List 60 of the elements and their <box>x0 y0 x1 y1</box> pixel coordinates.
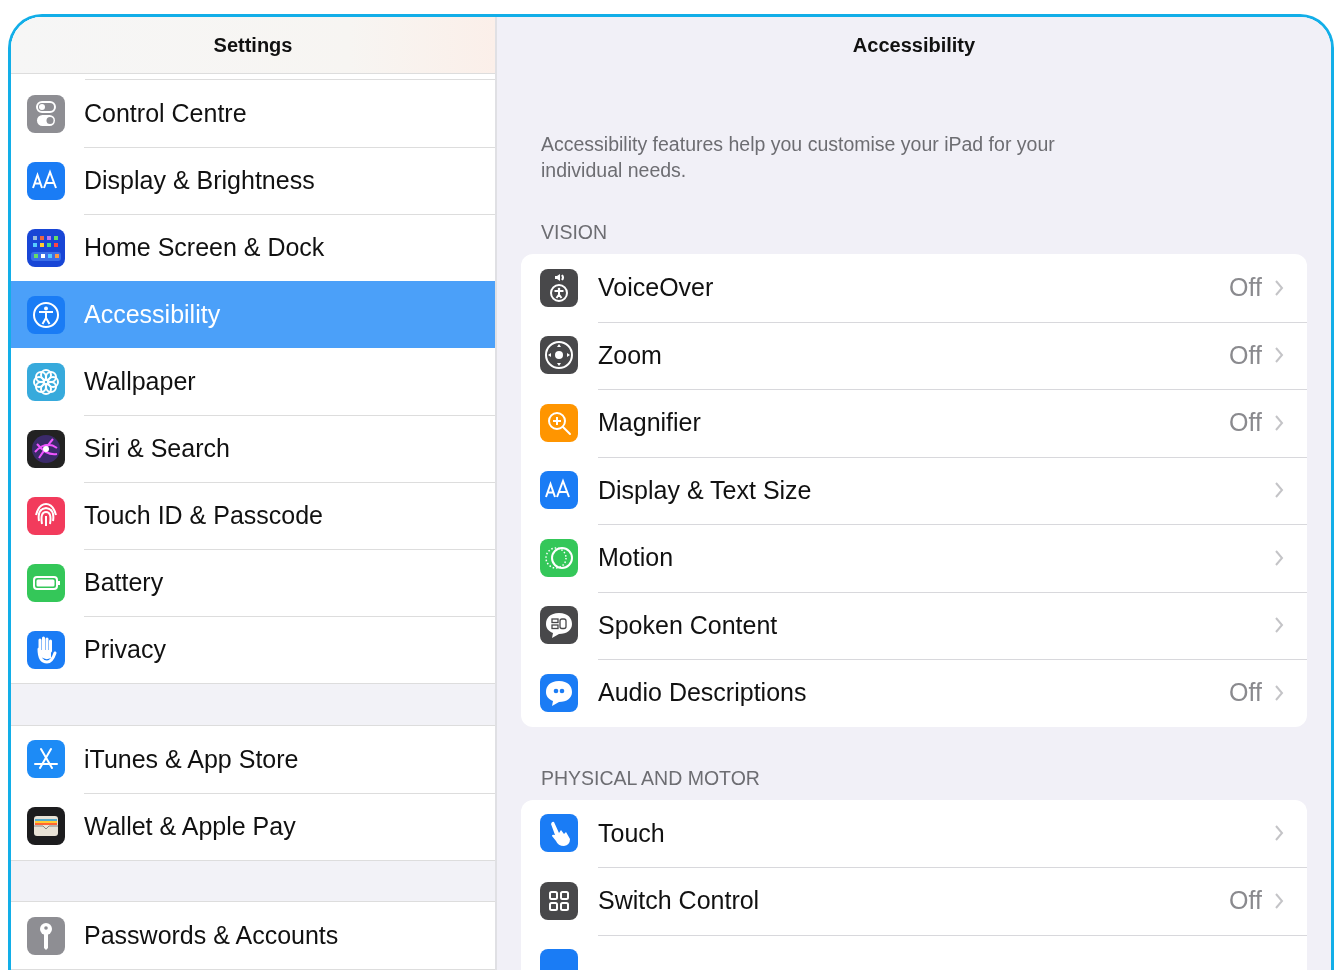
letter-a-icon <box>27 740 65 779</box>
accessibility-icon <box>27 295 65 334</box>
chevron-icon <box>1274 824 1284 843</box>
page-title: Accessibility <box>851 33 977 58</box>
fingerprint-icon <box>27 496 65 535</box>
settings-row[interactable]: Touch <box>521 799 1307 867</box>
sidebar-item[interactable]: Battery <box>11 549 495 617</box>
sidebar-item[interactable]: Touch ID & Passcode <box>11 482 495 550</box>
settings-row[interactable]: Magnifier Off <box>521 389 1307 457</box>
settings-row[interactable]: Zoom Off <box>521 321 1307 389</box>
sidebar-item[interactable]: Privacy <box>11 616 495 684</box>
status-value: Off <box>1229 886 1262 916</box>
sidebar-title: Settings <box>11 17 495 74</box>
circles-icon <box>540 538 578 577</box>
chevron-icon <box>1274 278 1284 297</box>
status-value: Off <box>1229 408 1262 438</box>
settings-row[interactable]: Audio Descriptions Off <box>521 659 1307 727</box>
chevron-icon <box>1274 481 1284 500</box>
hand-icon <box>27 630 65 669</box>
chevron-icon <box>1274 891 1284 910</box>
chevron-icon <box>1274 683 1284 702</box>
pointing-hand-icon <box>540 814 578 853</box>
text-size-icon <box>27 161 65 200</box>
toggles-icon <box>27 94 65 133</box>
sidebar-item[interactable]: Siri & Search <box>11 415 495 483</box>
grid-icon <box>540 881 578 920</box>
settings-row[interactable]: VoiceOver Off <box>521 254 1307 322</box>
status-value: Off <box>1229 340 1262 370</box>
key-icon <box>27 916 65 955</box>
chevron-icon <box>1274 346 1284 365</box>
chevron-icon <box>1274 413 1284 432</box>
description-text: Accessibility features help you customise your iPad for your individual needs. <box>541 132 1056 183</box>
sidebar-item[interactable]: Display & Brightness <box>11 147 495 215</box>
sidebar-item[interactable]: Control Centre <box>11 80 495 148</box>
status-value: Off <box>1229 678 1262 708</box>
speaker-person-icon <box>540 268 578 307</box>
settings-row[interactable]: Switch Control Off <box>521 867 1307 935</box>
sidebar-item[interactable]: Home Screen & Dock <box>11 214 495 282</box>
speech-bubble-icon <box>540 606 578 645</box>
status-value: Off <box>1229 273 1262 303</box>
orb-icon <box>27 429 65 468</box>
speech-bubble-icon <box>540 673 578 712</box>
text-size-icon <box>540 471 578 510</box>
section-header: PHYSICAL AND MOTOR <box>541 766 761 790</box>
chevron-icon <box>1274 548 1284 567</box>
wallet-icon <box>27 807 65 846</box>
settings-row[interactable]: Display & Text Size <box>521 456 1307 524</box>
chevron-icon <box>1274 616 1284 635</box>
battery-icon <box>27 563 65 602</box>
sidebar-item[interactable]: iTunes & App Store <box>11 725 495 793</box>
flower-icon <box>27 362 65 401</box>
sidebar-item[interactable]: Wallpaper <box>11 348 495 416</box>
app-grid-icon <box>27 228 65 267</box>
section-header: VISION <box>541 221 609 244</box>
magnifier-icon <box>540 403 578 442</box>
target-icon <box>540 336 578 375</box>
settings-row[interactable]: Motion <box>521 524 1307 592</box>
sidebar-item[interactable]: Passwords & Accounts <box>11 902 495 969</box>
sidebar-item[interactable]: Wallet & Apple Pay <box>11 792 495 860</box>
settings-row[interactable]: Spoken Content <box>521 591 1307 659</box>
